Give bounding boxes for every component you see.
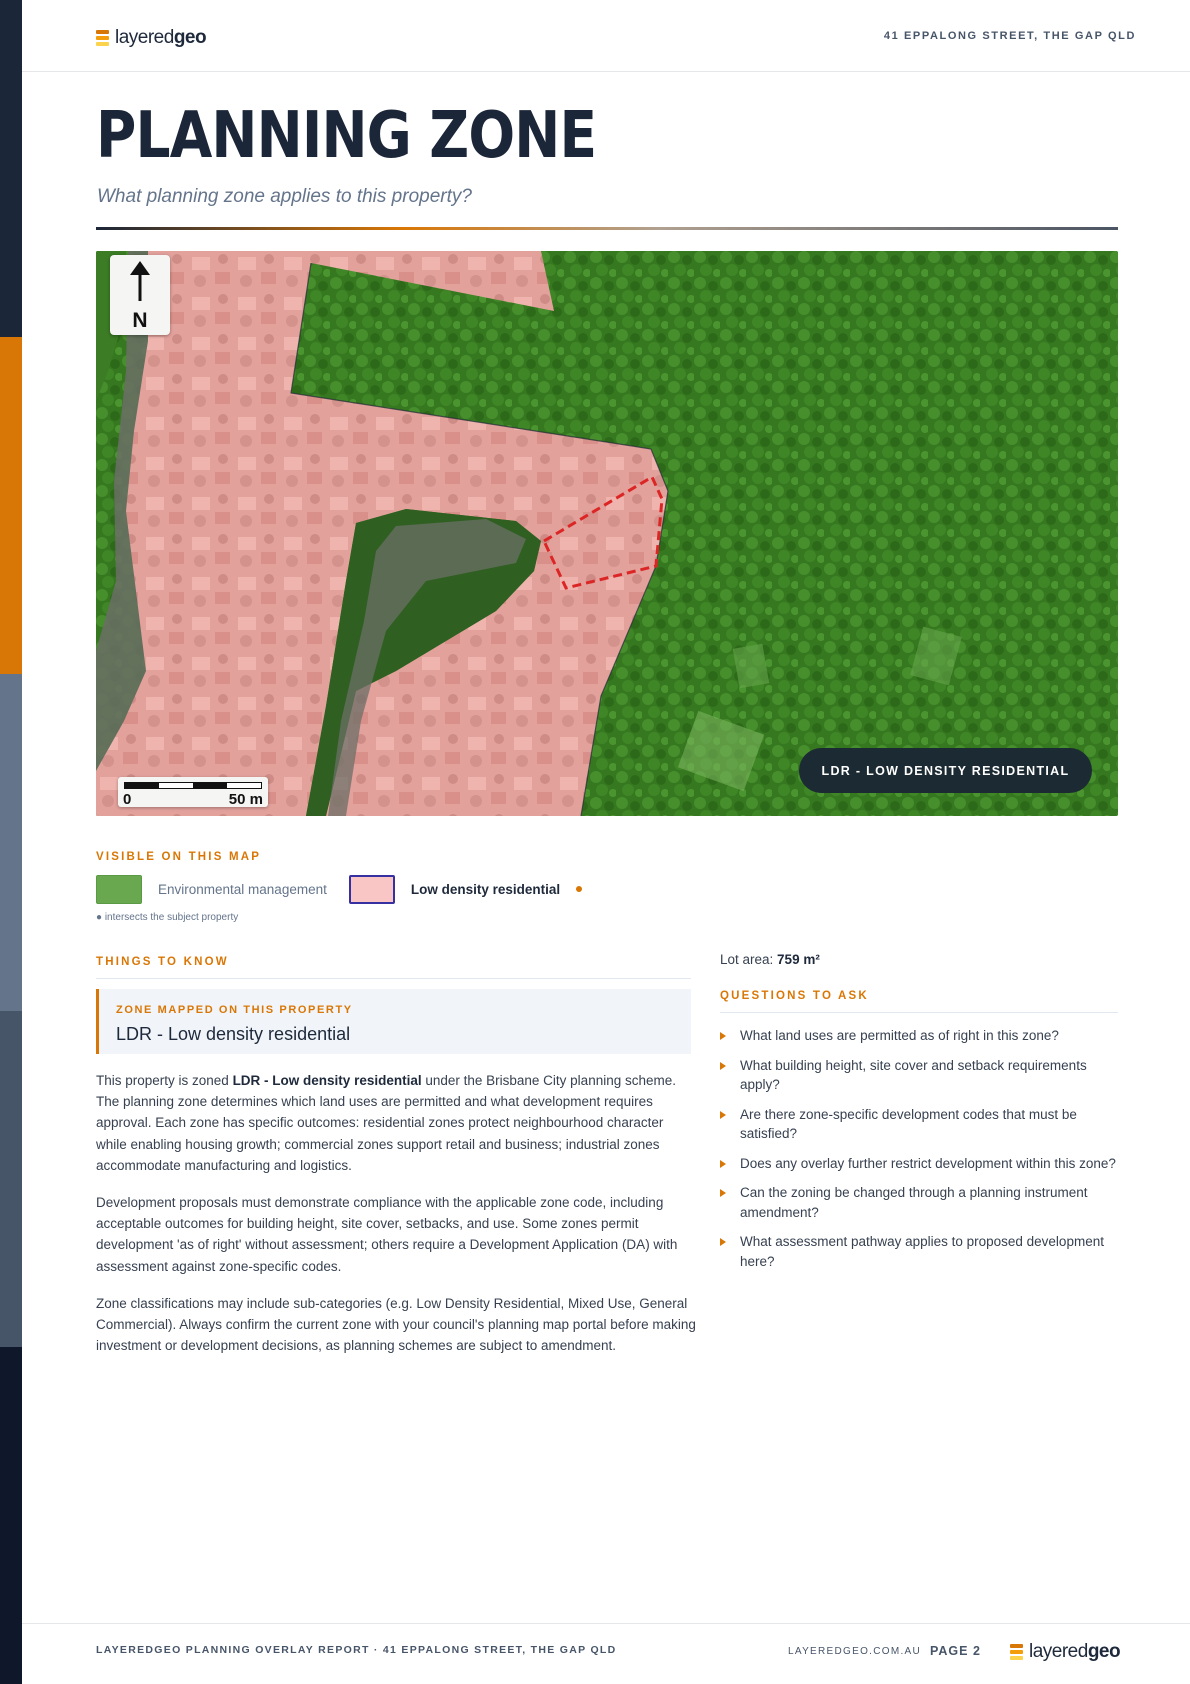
side-bar-segment-gray xyxy=(0,1011,22,1347)
question-item: What land uses are permitted as of right… xyxy=(720,1026,1120,1046)
legend-label-residential: Low density residential xyxy=(410,881,561,897)
north-arrow-icon xyxy=(130,261,150,301)
zone-map[interactable]: N 0 50 m LDR - LOW DENSITY RESIDENTIAL xyxy=(96,251,1118,816)
questions-heading: QUESTIONS TO ASK xyxy=(720,990,869,1002)
logo-wordmark: layeredgeo xyxy=(115,27,207,48)
lot-area-value: 759 m² xyxy=(777,952,820,967)
footer-report-title: LAYEREDGEO PLANNING OVERLAY REPORT · 41 … xyxy=(96,1644,617,1656)
footer-page-number: PAGE 2 xyxy=(930,1644,981,1658)
footer-website-link[interactable]: LAYEREDGEO.COM.AU xyxy=(788,1646,921,1657)
scale-bar-graphic xyxy=(124,782,262,789)
legend-swatch-environmental xyxy=(96,874,142,904)
side-bar-segment-navy xyxy=(0,0,22,337)
map-canvas xyxy=(96,251,1118,816)
footer-logo[interactable]: layeredgeo xyxy=(1010,1641,1121,1663)
title-divider xyxy=(96,227,1118,230)
question-item: Are there zone-specific development code… xyxy=(720,1105,1120,1144)
legend-label-environmental: Environmental management xyxy=(158,881,327,897)
map-scale-bar: 0 50 m xyxy=(118,777,268,808)
triangle-bullet-icon xyxy=(720,1159,726,1168)
intersects-dot-icon xyxy=(576,886,583,892)
legend-swatch-residential xyxy=(348,874,395,904)
scale-end-label: 50 m xyxy=(228,791,263,808)
north-arrow: N xyxy=(110,255,170,335)
things-to-know-heading: THINGS TO KNOW xyxy=(96,956,229,968)
triangle-bullet-icon xyxy=(720,1189,726,1197)
legend-heading: VISIBLE ON THIS MAP xyxy=(96,851,262,863)
triangle-bullet-icon xyxy=(720,1061,726,1070)
footer-divider xyxy=(22,1623,1190,1624)
side-color-bar xyxy=(0,0,22,1684)
side-bar-segment-orange xyxy=(0,337,22,674)
questions-divider xyxy=(720,1012,1118,1013)
header-address: 41 EPPALONG STREET, THE GAP QLD xyxy=(883,30,1136,42)
side-bar-segment-slate xyxy=(0,674,22,1011)
zone-paragraph-3: Zone classifications may include sub-cat… xyxy=(96,1296,696,1354)
page-title: PLANNING ZONE xyxy=(96,99,597,173)
page-header: layeredgeo 41 EPPALONG STREET, THE GAP Q… xyxy=(22,0,1190,72)
question-item: Can the zoning be changed through a plan… xyxy=(720,1183,1120,1222)
side-bar-segment-dark xyxy=(0,1347,22,1684)
north-label: N xyxy=(132,309,148,332)
question-item: What building height, site cover and set… xyxy=(720,1056,1120,1095)
triangle-bullet-icon xyxy=(720,1238,726,1246)
zone-paragraph-1: This property is zoned LDR - Low density… xyxy=(96,1073,676,1173)
question-item: What assessment pathway applies to propo… xyxy=(720,1232,1120,1271)
questions-list: What land uses are permitted as of right… xyxy=(720,1026,1120,1271)
question-item: Does any overlay further restrict develo… xyxy=(720,1154,1120,1174)
header-logo[interactable]: layeredgeo xyxy=(96,27,207,49)
map-legend: Environmental management Low density res… xyxy=(96,874,583,904)
page-subtitle: What planning zone applies to this prope… xyxy=(97,186,472,207)
logo-stack-icon xyxy=(1010,1644,1023,1660)
scale-start-label: 0 xyxy=(123,791,132,808)
zone-badge: LDR - LOW DENSITY RESIDENTIAL xyxy=(799,748,1092,793)
zone-card-label: ZONE MAPPED ON THIS PROPERTY xyxy=(116,1004,353,1016)
logo-stack-icon xyxy=(96,30,109,46)
zone-card: ZONE MAPPED ON THIS PROPERTY LDR - Low d… xyxy=(96,989,691,1054)
logo-wordmark: layeredgeo xyxy=(1029,1641,1121,1662)
things-divider xyxy=(96,978,691,979)
lot-area: Lot area: 759 m² xyxy=(720,952,820,967)
zone-card-value: LDR - Low density residential xyxy=(116,1024,351,1044)
legend-note: ● intersects the subject property xyxy=(96,912,239,923)
zone-paragraph-2: Development proposals must demonstrate c… xyxy=(96,1195,678,1274)
triangle-bullet-icon xyxy=(720,1032,726,1040)
triangle-bullet-icon xyxy=(720,1110,726,1119)
